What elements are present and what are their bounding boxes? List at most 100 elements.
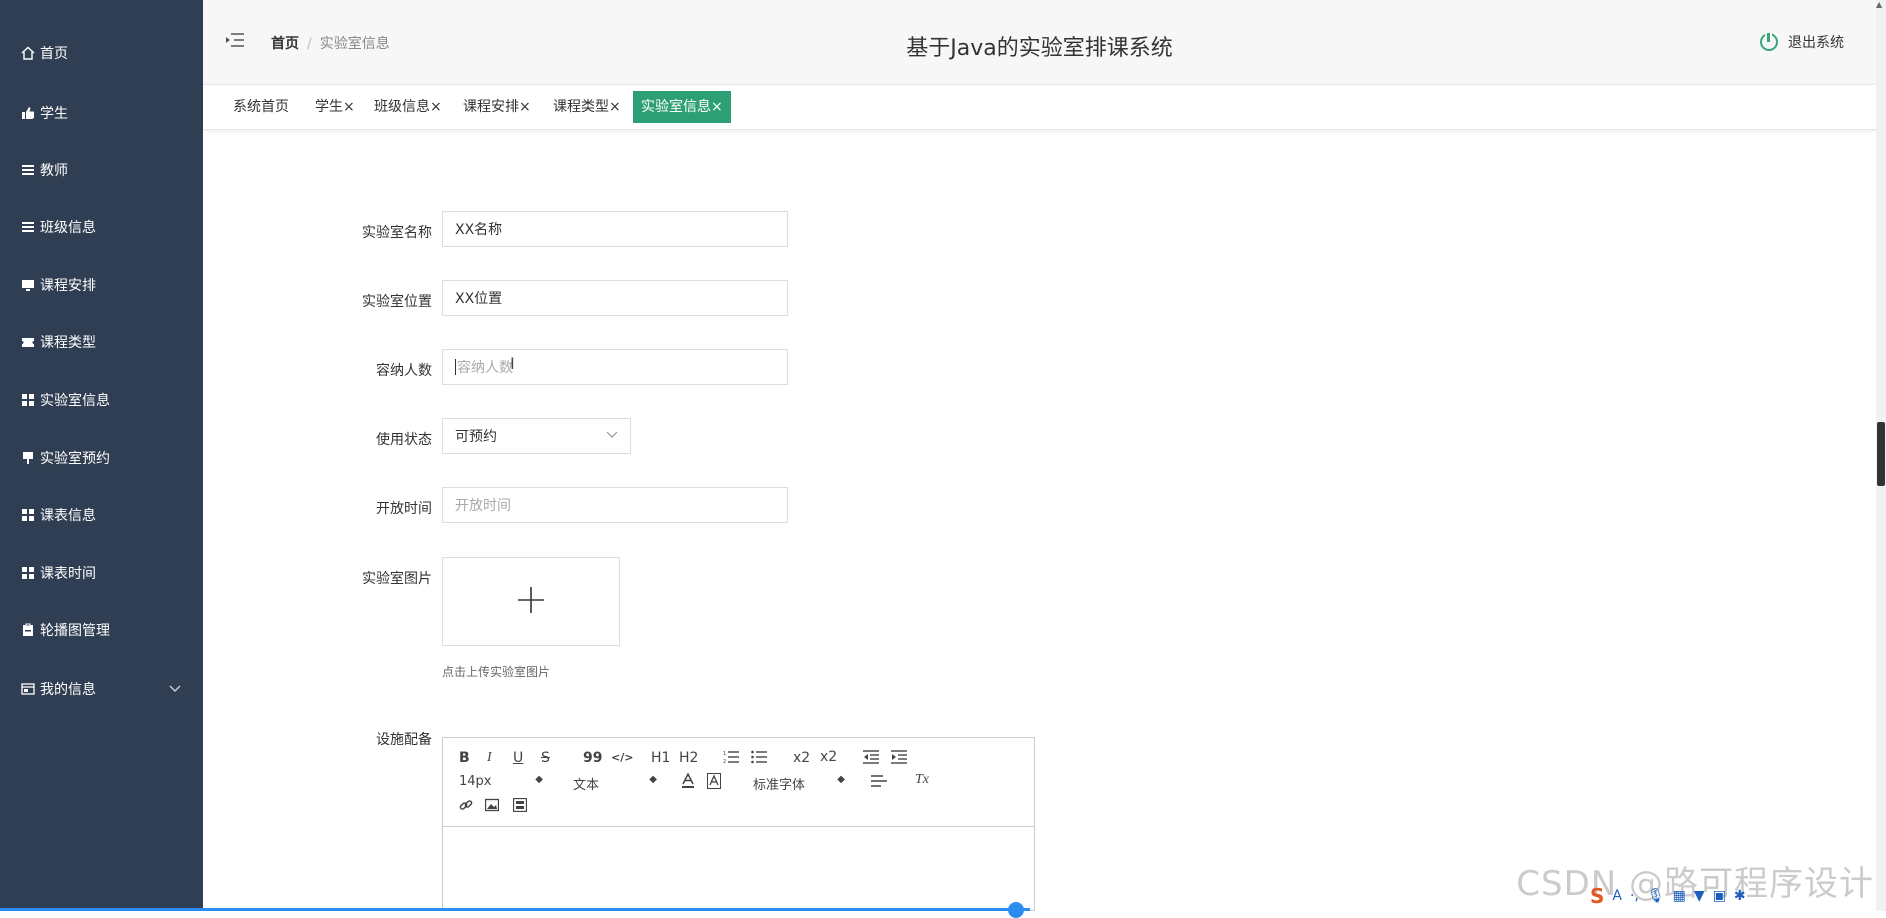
superscript-button[interactable]: x2 [820, 749, 837, 765]
close-icon[interactable]: × [519, 99, 531, 115]
tab-system-home[interactable]: 系统首页 [225, 91, 297, 123]
ibeam-cursor-icon: I [510, 354, 515, 373]
window-icon [20, 681, 36, 697]
skin-icon[interactable]: ▼ [1694, 888, 1705, 904]
h2-button[interactable]: H2 [679, 750, 698, 766]
scrollbar-thumb[interactable] [1877, 422, 1885, 486]
microphone-icon[interactable]: 🎙 [1647, 888, 1665, 904]
font-family-value: 标准字体 [753, 778, 806, 793]
outdent-icon[interactable] [863, 750, 879, 768]
status-select[interactable]: 可预约 [442, 418, 631, 454]
sidebar-item-label: 学生 [40, 106, 68, 122]
sidebar-item-students[interactable]: 学生 [0, 93, 203, 133]
sidebar-item-label: 教师 [40, 163, 68, 179]
bullet-list-icon[interactable] [751, 750, 767, 768]
sidebar-item-carousel[interactable]: 轮播图管理 [0, 610, 203, 650]
upload-hint: 点击上传实验室图片 [442, 665, 551, 679]
subscript-button[interactable]: x2 [793, 750, 810, 766]
image-icon[interactable] [484, 798, 500, 816]
close-icon[interactable]: × [711, 99, 723, 115]
italic-button[interactable]: I [487, 750, 492, 766]
tab-classes[interactable]: 班级信息× [366, 91, 450, 123]
underline-button[interactable]: U [513, 750, 523, 766]
scroll-up-icon[interactable]: ▲ [1876, 0, 1882, 9]
toolbox-icon[interactable]: ▣ [1713, 888, 1726, 904]
sidebar-item-label: 实验室预约 [40, 451, 110, 467]
capacity-input[interactable]: 容纳人数 [442, 349, 788, 385]
sidebar-item-label: 实验室信息 [40, 393, 110, 409]
h1-button[interactable]: H1 [651, 750, 670, 766]
tab-course-schedule[interactable]: 课程安排× [455, 91, 539, 123]
lab-location-input[interactable]: XX位置 [442, 280, 788, 316]
video-icon[interactable] [512, 797, 528, 816]
clipboard-icon [20, 622, 36, 638]
updown-icon: ◆ [535, 774, 543, 785]
bottom-handle[interactable] [1008, 902, 1024, 918]
rich-text-editor: B I U S 99 </> H1 H2 12 x2 x2 14px ◆ 文本 ◆ … [442, 737, 1035, 911]
background-color-icon[interactable] [707, 773, 721, 793]
tab-lab-info[interactable]: 实验室信息× [633, 91, 731, 123]
updown-icon: ◆ [837, 774, 845, 785]
lab-location-label: 实验室位置 [362, 294, 432, 310]
header-select[interactable]: 文本 ◆ [573, 774, 657, 793]
logout-button[interactable]: 退出系统 [1760, 31, 1844, 52]
strike-button[interactable]: S [541, 750, 550, 766]
text-color-icon[interactable] [681, 772, 695, 793]
plus-icon [516, 579, 546, 625]
svg-text:1: 1 [723, 751, 726, 757]
list-icon [20, 162, 36, 178]
code-button[interactable]: </> [611, 751, 633, 764]
sidebar-item-lab-info[interactable]: 实验室信息 [0, 380, 203, 420]
list-icon [20, 219, 36, 235]
bold-button[interactable]: B [459, 750, 470, 766]
grid-icon [20, 507, 36, 523]
close-icon[interactable]: × [609, 99, 621, 115]
sidebar-item-timetable-info[interactable]: 课表信息 [0, 495, 203, 535]
lab-name-value: XX名称 [455, 222, 503, 238]
sidebar-item-label: 课程类型 [40, 335, 96, 351]
sidebar-item-label: 课表时间 [40, 566, 96, 582]
close-icon[interactable]: × [430, 99, 442, 115]
link-icon[interactable] [459, 798, 473, 816]
sidebar-item-timetable-time[interactable]: 课表时间 [0, 553, 203, 593]
blockquote-button[interactable]: 99 [583, 750, 602, 766]
open-time-placeholder: 开放时间 [455, 498, 511, 514]
sidebar-item-home[interactable]: 首页 [0, 33, 203, 73]
sidebar-item-teachers[interactable]: 教师 [0, 150, 203, 190]
flag-icon [20, 450, 36, 466]
tab-students[interactable]: 学生× [307, 91, 363, 123]
sidebar-item-lab-booking[interactable]: 实验室预约 [0, 438, 203, 478]
sidebar-item-course-types[interactable]: 课程类型 [0, 322, 203, 362]
font-size-select[interactable]: 14px ◆ [459, 774, 543, 789]
font-family-select[interactable]: 标准字体 ◆ [753, 774, 845, 793]
sidebar-item-label: 课表信息 [40, 508, 96, 524]
lab-name-input[interactable]: XX名称 [442, 211, 788, 247]
open-time-label: 开放时间 [376, 501, 432, 517]
sidebar-item-label: 课程安排 [40, 278, 96, 294]
settings-icon[interactable]: ✱ [1734, 888, 1746, 904]
scrollbar[interactable]: ▲ [1876, 0, 1886, 911]
ime-logo-icon[interactable]: S [1590, 884, 1604, 908]
sidebar-item-course-schedule[interactable]: 课程安排 [0, 265, 203, 305]
page-title: 基于Java的实验室排课系统 [906, 36, 1173, 61]
tab-course-types[interactable]: 课程类型× [545, 91, 629, 123]
keyboard-icon[interactable]: ▦ [1673, 888, 1686, 904]
logout-label: 退出系统 [1788, 35, 1844, 51]
align-icon[interactable] [871, 774, 887, 792]
clear-format-button[interactable]: Tx [915, 772, 929, 788]
monitor-icon [20, 277, 36, 293]
sidebar-item-classes[interactable]: 班级信息 [0, 207, 203, 247]
open-time-input[interactable]: 开放时间 [442, 487, 788, 523]
ime-mode-icon[interactable]: A [1612, 888, 1622, 904]
ticket-icon [20, 334, 36, 350]
ime-toolbar: S A ·, 🎙 ▦ ▼ ▣ ✱ [1590, 884, 1746, 908]
sidebar-item-my-info[interactable]: 我的信息 [0, 669, 203, 709]
ime-punct-icon[interactable]: ·, [1630, 888, 1639, 904]
indent-icon[interactable] [891, 750, 907, 768]
grid-icon [20, 392, 36, 408]
image-upload-button[interactable] [442, 557, 620, 646]
close-icon[interactable]: × [343, 99, 355, 115]
power-icon [1760, 31, 1778, 51]
lab-image-label: 实验室图片 [362, 571, 432, 587]
ordered-list-icon[interactable]: 12 [723, 750, 739, 768]
